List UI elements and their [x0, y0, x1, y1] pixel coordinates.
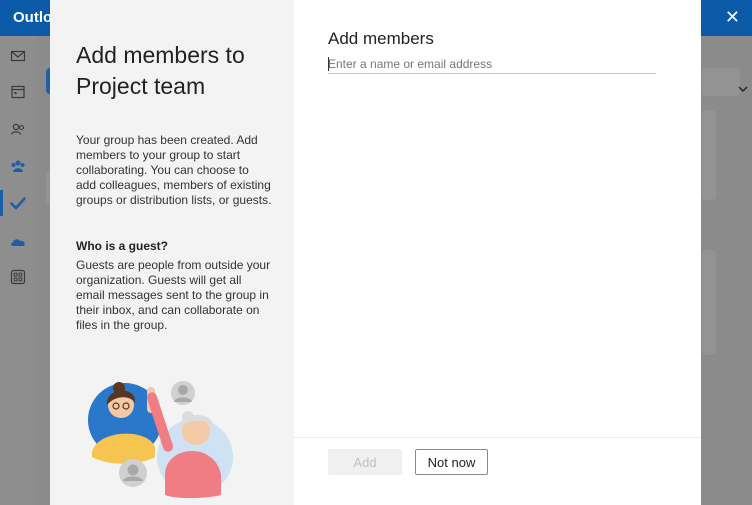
todo-icon[interactable]: [10, 195, 26, 211]
people-icon[interactable]: [10, 121, 26, 137]
onedrive-icon[interactable]: [10, 233, 26, 249]
add-button[interactable]: Add: [328, 449, 402, 475]
close-icon[interactable]: ✕: [725, 7, 740, 28]
dialog-title: Add members to Project team: [76, 42, 245, 99]
calendar-icon[interactable]: [10, 84, 26, 100]
background-dropdown: [702, 68, 740, 96]
guest-description: Guests are people from outside your orga…: [76, 258, 271, 332]
background-card: [702, 250, 716, 355]
active-indicator: [0, 190, 3, 216]
member-search-input[interactable]: [328, 55, 656, 74]
dialog-description: Your group has been created. Add members…: [76, 133, 272, 207]
info-pane: Add members to Project team Your group h…: [50, 0, 294, 505]
mail-icon[interactable]: [10, 48, 26, 64]
app-rail: [0, 36, 36, 505]
background-card: [702, 110, 716, 200]
apps-icon[interactable]: [10, 269, 26, 285]
text-caret: [328, 57, 329, 71]
guest-heading: Who is a guest?: [76, 239, 169, 253]
chevron-down-icon: [738, 86, 748, 92]
groups-icon[interactable]: [10, 158, 26, 174]
footer-divider: [294, 437, 701, 438]
people-illustration: [88, 381, 233, 498]
add-members-dialog: Add members to Project team Your group h…: [50, 0, 701, 505]
add-members-heading: Add members: [328, 29, 434, 48]
not-now-button[interactable]: Not now: [415, 449, 488, 475]
